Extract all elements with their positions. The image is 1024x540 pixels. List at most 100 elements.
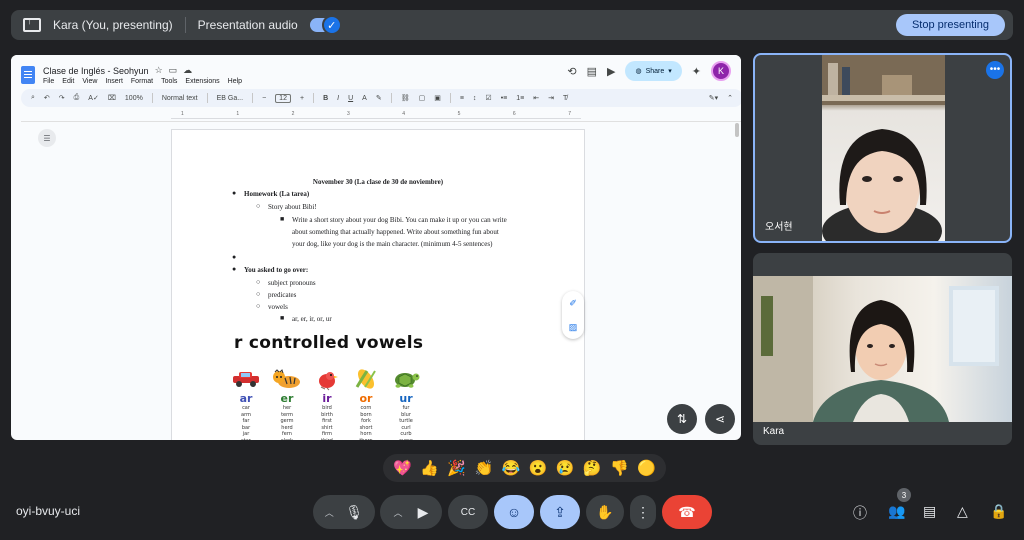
menu-extensions[interactable]: Extensions <box>185 78 219 85</box>
participant-tile[interactable]: ••• 오서현 <box>753 53 1012 243</box>
skin-tone-selector[interactable]: 🟡 <box>637 461 656 476</box>
docs-toolbar: ⌕ ↶ ↷ ⎙ A✓ ⌧ 100% Normal text EB Ga... −… <box>21 89 741 107</box>
document-outline-icon[interactable]: ☰ <box>38 129 56 147</box>
scrollbar[interactable] <box>735 123 739 137</box>
vowel-head: ar <box>239 392 253 405</box>
ruler-mark: 3 <box>346 111 350 117</box>
link-icon[interactable]: ⛓ <box>401 94 410 102</box>
microphone-icon[interactable]: 🎙 <box>345 504 363 521</box>
spellcheck-icon[interactable]: A✓ <box>88 94 99 102</box>
bulleted-list-icon[interactable]: •≡ <box>501 95 508 102</box>
swap-layout-icon[interactable]: ⇅ <box>667 404 697 434</box>
heart-reaction[interactable]: 💖 <box>393 461 412 476</box>
history-icon[interactable]: ⟲ <box>567 65 576 78</box>
numbered-list-icon[interactable]: 1≡ <box>516 95 524 102</box>
vowel-word: car <box>242 405 250 411</box>
print-icon[interactable]: ⎙ <box>74 94 80 102</box>
align-icon[interactable]: ≡ <box>460 95 464 102</box>
share-button[interactable]: ◍ Share ▾ <box>625 61 682 81</box>
people-icon[interactable]: 👥 <box>888 503 905 520</box>
magic-edit-icon[interactable]: ✐ <box>569 298 577 309</box>
clear-formatting-icon[interactable]: T̸ <box>563 95 567 102</box>
font-select[interactable]: EB Ga... <box>217 95 243 102</box>
text-color-icon[interactable]: A <box>362 95 367 102</box>
redo-icon[interactable]: ↷ <box>59 94 65 102</box>
image-edit-icon[interactable]: ▨ <box>569 322 578 333</box>
increase-font-icon[interactable]: + <box>300 95 304 102</box>
sad-reaction[interactable]: 😢 <box>556 461 575 476</box>
style-select[interactable]: Normal text <box>162 95 198 102</box>
activities-icon[interactable]: △ <box>957 503 968 520</box>
image-icon[interactable]: ▣ <box>434 94 441 102</box>
list-item: subject pronouns <box>268 279 316 287</box>
raise-hand-button[interactable]: ✋ <box>586 495 624 529</box>
line-spacing-icon[interactable]: ↕ <box>473 95 477 102</box>
font-size-input[interactable]: 12 <box>275 93 291 103</box>
vowel-head: ir <box>322 392 332 405</box>
camera-icon[interactable]: ▶ <box>418 504 429 521</box>
menu-tools[interactable]: Tools <box>161 78 177 85</box>
thinking-reaction[interactable]: 🤔 <box>583 461 602 476</box>
editing-mode-icon[interactable]: ✎▾ <box>709 94 718 102</box>
docs-logo-icon[interactable] <box>21 66 35 84</box>
chat-icon[interactable]: ▤ <box>923 503 936 520</box>
info-icon[interactable]: ⓘ <box>853 503 867 523</box>
account-avatar[interactable]: K <box>711 61 731 81</box>
emoji-button[interactable]: ☺ <box>494 495 534 529</box>
menu-help[interactable]: Help <box>228 78 242 85</box>
menu-format[interactable]: Format <box>131 78 153 85</box>
menu-file[interactable]: File <box>43 78 54 85</box>
list-item-text: your dog, like your dog is the main char… <box>292 240 493 248</box>
decrease-indent-icon[interactable]: ⇤ <box>533 94 539 102</box>
leave-call-button[interactable]: ☎ <box>662 495 712 529</box>
presentation-audio-toggle[interactable]: ✓ <box>309 15 342 35</box>
bold-icon[interactable]: B <box>323 95 328 102</box>
surprised-reaction[interactable]: 😮 <box>529 461 548 476</box>
captions-button[interactable]: CC <box>448 495 488 529</box>
search-menus-icon[interactable]: ⌕ <box>31 94 35 102</box>
share-icon[interactable]: ⋖ <box>705 404 735 434</box>
host-controls-icon[interactable]: 🔒 <box>990 503 1007 520</box>
comment-icon[interactable]: ▢ <box>419 94 426 102</box>
thumbs-down-reaction[interactable]: 👎 <box>610 461 629 476</box>
doc-title[interactable]: Clase de Inglés - Seohyun <box>43 66 149 76</box>
collapse-toolbar-icon[interactable]: ⌃ <box>727 94 733 102</box>
underline-icon[interactable]: U <box>348 95 353 102</box>
laugh-reaction[interactable]: 😂 <box>502 461 521 476</box>
turtle-icon <box>392 366 420 392</box>
chevron-up-icon[interactable]: ︿ <box>325 506 334 519</box>
menu-edit[interactable]: Edit <box>62 78 74 85</box>
menu-view[interactable]: View <box>82 78 97 85</box>
increase-indent-icon[interactable]: ⇥ <box>548 94 554 102</box>
checklist-icon[interactable]: ☑ <box>485 94 491 102</box>
divider <box>252 93 254 103</box>
italic-icon[interactable]: I <box>337 95 339 102</box>
more-options-button[interactable]: ⋮ <box>630 495 656 529</box>
chevron-up-icon[interactable]: ︿ <box>394 506 403 519</box>
present-now-button[interactable]: ⇪ <box>540 495 580 529</box>
more-options-icon[interactable]: ••• <box>986 61 1004 79</box>
menu-insert[interactable]: Insert <box>105 78 123 85</box>
vowel-chart-title: r controlled vowels <box>234 333 424 353</box>
gemini-icon[interactable]: ✦ <box>692 65 701 78</box>
party-reaction[interactable]: 🎉 <box>447 461 466 476</box>
zoom-select[interactable]: 100% <box>125 95 143 102</box>
decrease-font-icon[interactable]: − <box>262 95 266 102</box>
present-screen-icon <box>23 16 41 32</box>
highlight-icon[interactable]: ✎ <box>376 94 382 102</box>
comments-icon[interactable]: ▤ <box>587 65 597 78</box>
undo-icon[interactable]: ↶ <box>44 94 50 102</box>
document-page[interactable]: November 30 (La clase de 30 de noviembre… <box>171 129 585 440</box>
presentation-audio-label: Presentation audio <box>197 18 298 32</box>
bullet: ● <box>232 189 237 197</box>
star-icon[interactable]: ☆ <box>155 65 163 76</box>
thumbs-up-reaction[interactable]: 👍 <box>420 461 439 476</box>
shared-screen: Clase de Inglés - Seohyun ☆ ▭ ☁ File Edi… <box>11 55 741 440</box>
stop-presenting-button[interactable]: Stop presenting <box>895 14 1005 36</box>
paint-format-icon[interactable]: ⌧ <box>108 94 116 102</box>
participant-tile[interactable]: Kara <box>753 253 1012 445</box>
move-folder-icon[interactable]: ▭ <box>169 65 178 76</box>
meet-icon[interactable]: ▶ <box>607 65 615 78</box>
chevron-down-icon: ▾ <box>668 68 672 75</box>
clap-reaction[interactable]: 👏 <box>474 461 493 476</box>
